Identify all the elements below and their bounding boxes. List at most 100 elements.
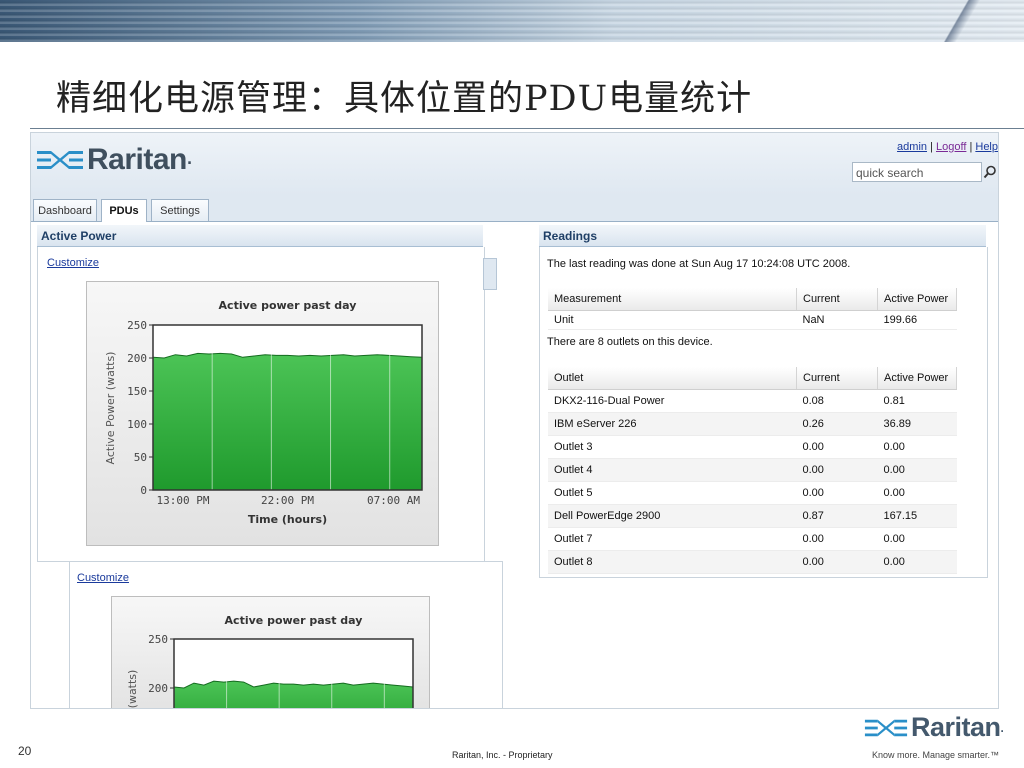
table-row: Unit NaN 199.66 [548,310,957,330]
logo-dot: . [186,152,193,168]
y-tick-label: 200 [148,682,168,695]
customize-link-2[interactable]: Customize [77,572,129,584]
col-active-power[interactable]: Active Power [877,367,957,390]
x-tick-label: 13:00 PM [157,494,210,507]
chart-svg-2: 250200150Active power past day(watts) [126,614,414,709]
cell-active-power: 36.89 [877,412,957,436]
raritan-logo-icon [864,719,908,736]
page-number: 20 [18,744,32,758]
table-row: Outlet 8 0.00 0.00 [548,550,957,574]
x-axis-label: Time (hours) [248,513,327,526]
app-header: Raritan. admin | Logoff | Help quick sea… [31,133,998,195]
cell-current: 0.00 [796,527,878,551]
x-tick-label: 22:00 PM [261,494,314,507]
col-active-power[interactable]: Active Power [877,288,957,311]
col-outlet[interactable]: Outlet [548,367,797,390]
y-axis-label: Active Power (watts) [104,352,117,465]
cell-current: 0.26 [796,412,878,436]
admin-link[interactable]: admin [897,141,927,153]
cell-outlet: Outlet 3 [548,435,797,459]
y-tick-label: 50 [134,451,147,464]
col-measurement[interactable]: Measurement [548,288,797,311]
unit-table: Measurement Current Active Power Unit Na… [548,288,957,330]
chart-svg: 250 200 150 100 50 0 13:00 PM 22:00 PM 07:00 AM A… [104,299,423,526]
cell-current: 0.00 [796,435,878,459]
table-row: Dell PowerEdge 2900 0.87 167.15 [548,504,957,528]
cell-active-power: 0.00 [877,527,957,551]
unit-table-header: Measurement Current Active Power [548,288,957,311]
outlet-table: Outlet Current Active Power DKX2-116-Dua… [548,367,957,574]
help-link[interactable]: Help [975,141,998,153]
y-tick-label: 0 [140,484,147,497]
banner-stripes [0,0,1024,42]
app-logo: Raritan. [37,143,192,177]
cell-current: 0.87 [796,504,878,528]
tab-bar: Dashboard PDUs Settings [31,195,998,222]
tab-settings[interactable]: Settings [151,199,209,221]
cell-outlet: Outlet 5 [548,481,797,505]
scroll-handle[interactable] [483,258,497,290]
table-row: IBM eServer 226 0.26 36.89 [548,412,957,436]
cell-current: 0.00 [796,550,878,574]
cell-active-power: 199.66 [877,310,957,330]
cell-active-power: 0.81 [877,389,957,413]
active-power-chart: 250 200 150 100 50 0 13:00 PM 22:00 PM 07:00 AM A… [86,281,439,546]
cell-current: 0.08 [796,389,878,413]
cell-current: NaN [796,310,878,330]
search-button[interactable] [982,162,998,182]
brand-name: Raritan [911,712,1001,742]
brand-tagline: Know more. Manage smarter.™ [872,750,1000,760]
cell-active-power: 167.15 [877,504,957,528]
logoff-link[interactable]: Logoff [936,141,966,153]
link-separator: | [969,141,973,153]
raritan-logo-icon [37,151,83,169]
customize-link[interactable]: Customize [47,257,99,269]
outlets-note: There are 8 outlets on this device. [547,336,713,348]
cell-active-power: 0.00 [877,458,957,482]
series-area [153,353,422,490]
logo-text: Raritan [87,143,187,176]
slide-banner [0,0,1024,42]
cell-outlet: Outlet 8 [548,550,797,574]
table-row: Outlet 5 0.00 0.00 [548,481,957,505]
readings-header: Readings [539,225,986,247]
active-power-chart-2: 250200150Active power past day(watts) [111,596,430,709]
cell-measurement: Unit [548,310,797,330]
tab-pdus[interactable]: PDUs [101,199,147,222]
last-reading-text: The last reading was done at Sun Aug 17 … [547,258,851,270]
chart-title: Active power past day [219,299,357,312]
cell-outlet: Dell PowerEdge 2900 [548,504,797,528]
chart-title: Active power past day [225,614,363,627]
table-row: Outlet 4 0.00 0.00 [548,458,957,482]
app-window: Raritan. admin | Logoff | Help quick sea… [30,132,999,709]
table-row: DKX2-116-Dual Power 0.08 0.81 [548,389,957,413]
cell-active-power: 0.00 [877,550,957,574]
title-divider [30,128,1024,129]
table-row: Outlet 3 0.00 0.00 [548,435,957,459]
outlet-table-header: Outlet Current Active Power [548,367,957,390]
cell-outlet: IBM eServer 226 [548,412,797,436]
banner-chevron [934,0,994,42]
tab-dashboard[interactable]: Dashboard [33,199,97,221]
active-power-header: Active Power [37,225,483,247]
y-tick-label: 250 [127,319,147,332]
cell-outlet: Outlet 4 [548,458,797,482]
col-current[interactable]: Current [796,367,878,390]
y-axis-label: (watts) [126,670,139,709]
y-tick-label: 200 [127,352,147,365]
footer-text: Raritan, Inc. - Proprietary [452,750,553,760]
search-input[interactable]: quick search [852,162,982,182]
cell-outlet: DKX2-116-Dual Power [548,389,797,413]
table-row: Outlet 7 0.00 0.00 [548,527,957,551]
series-area [174,681,413,708]
y-tick-label: 100 [127,418,147,431]
cell-current: 0.00 [796,481,878,505]
cell-active-power: 0.00 [877,435,957,459]
y-tick-label: 150 [127,385,147,398]
search-icon [983,165,996,179]
brand-dot: . [1000,720,1004,735]
col-current[interactable]: Current [796,288,878,311]
x-tick-label: 07:00 AM [367,494,420,507]
top-links: admin | Logoff | Help [897,141,998,153]
cell-current: 0.00 [796,458,878,482]
